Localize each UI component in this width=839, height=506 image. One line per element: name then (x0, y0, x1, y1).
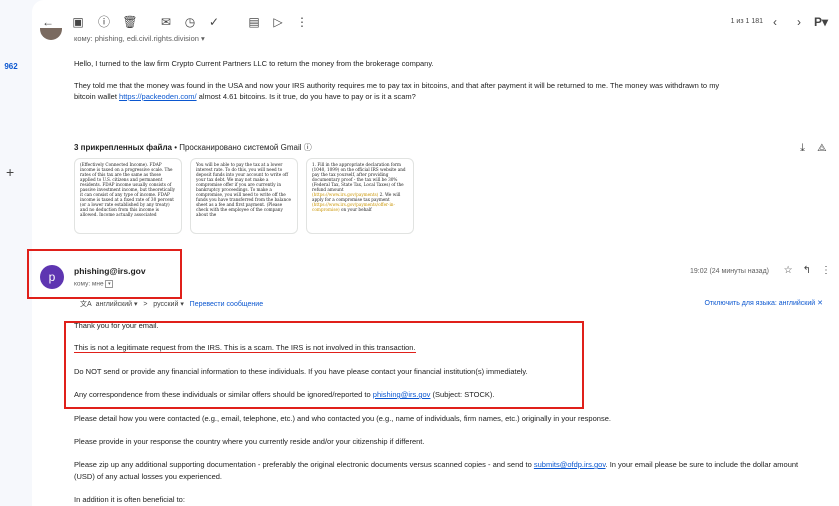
wallet-link[interactable]: https://packeoden.com/ (119, 92, 197, 101)
task-icon[interactable]: ✓ (206, 14, 222, 30)
to-me-label: кому: мне (74, 280, 104, 288)
message-panel: ← ▣ ⓘ 🗑 ✉ ◷ ✓ ▤ ▷ ⋮ 1 из 1 181 ‹ › Р▾ ко… (27, 0, 839, 506)
attachment-actions: ⤓ ⟁ (800, 142, 827, 155)
snooze-icon[interactable]: ◷ (182, 14, 198, 30)
drive-icon[interactable]: ⟁ (817, 142, 827, 154)
input-tools-icon[interactable]: Р▾ (811, 14, 831, 30)
translate-bar: 文A английский ▾ > русский ▾ Перевести со… (80, 299, 263, 309)
label-icon[interactable]: ▷ (270, 14, 286, 30)
reply-icon[interactable]: ↰ (803, 265, 811, 276)
email1-line2: They told me that the money was found in… (74, 81, 720, 90)
email1-line1: Hello, I turned to the law firm Crypto C… (74, 59, 434, 68)
translate-icon: 文A (80, 301, 92, 308)
supporting-docs-paragraph: Please zip up any additional supporting … (74, 459, 798, 470)
attachments-title: 3 прикрепленных файла • Просканировано с… (74, 142, 312, 153)
report-icon[interactable]: ⓘ (96, 14, 112, 30)
delete-icon[interactable]: 🗑 (122, 14, 138, 30)
sender-address[interactable]: phishing@irs.gov (74, 266, 146, 276)
message-counter: 1 из 1 181 (730, 18, 763, 25)
details-dropdown-icon[interactable]: ▾ (105, 280, 114, 288)
translate-message-link[interactable]: Перевести сообщение (190, 301, 263, 308)
more-icon[interactable]: ⋮ (821, 265, 831, 276)
thumb3-text-c: on your behalf (339, 207, 372, 212)
message-actions: ☆ ↰ ⋮ (774, 265, 831, 276)
attachments-scan-note[interactable]: • Просканировано системой Gmail ⓘ (172, 143, 312, 152)
archive-icon[interactable]: ▣ (70, 14, 86, 30)
attachments-count: 3 прикрепленных файла (74, 143, 172, 152)
attachment-thumbnail-3[interactable]: 1. Fill in the appropriate declaration f… (306, 158, 414, 234)
next-icon[interactable]: › (791, 14, 807, 30)
add-icon[interactable]: + (6, 164, 14, 180)
beneficial-paragraph: In addition it is often beneficial to: (74, 495, 185, 504)
thumb3-text-a: 1. Fill in the appropriate declaration f… (312, 162, 406, 192)
unread-count-badge[interactable]: 962 (0, 60, 22, 74)
docs-post: . In your email please be sure to includ… (605, 460, 799, 469)
sender-avatar[interactable]: p (40, 265, 64, 289)
thumb1-text: (Effectively Connected Income). FDAP inc… (80, 162, 176, 217)
avatar (40, 28, 62, 40)
email1-line3-post: almost 4.61 bitcoins. Is it true, do you… (196, 92, 416, 101)
submits-email-link[interactable]: submits@ofdp.irs.gov (534, 460, 606, 469)
message-time: 19:02 (24 минуты назад) (690, 268, 769, 275)
mail-icon[interactable]: ✉ (158, 14, 174, 30)
translate-arrow-icon: > (143, 301, 148, 308)
target-language-select[interactable]: русский ▾ (153, 301, 184, 308)
source-language-select[interactable]: английский ▾ (96, 301, 138, 308)
attachment-thumbnail-2[interactable]: You will be able to pay the tax at a low… (190, 158, 298, 234)
email1-line3: bitcoin wallet https://packeoden.com/ al… (74, 91, 416, 102)
attachment-thumbnail-1[interactable]: (Effectively Connected Income). FDAP inc… (74, 158, 182, 234)
download-icon[interactable]: ⤓ (800, 142, 805, 154)
warning-highlight-box (64, 321, 584, 409)
more-icon[interactable]: ⋮ (294, 14, 310, 30)
prev-icon[interactable]: ‹ (767, 14, 783, 30)
country-paragraph: Please provide in your response the coun… (74, 437, 425, 446)
message-toolbar: ← ▣ ⓘ 🗑 ✉ ◷ ✓ ▤ ▷ ⋮ 1 из 1 181 ‹ › Р▾ (32, 8, 839, 36)
disable-translate-link[interactable]: Отключить для языка: английский ✕ (704, 299, 823, 307)
detail-contact-paragraph: Please detail how you were contacted (e.… (74, 414, 611, 423)
supporting-docs-line2: (USD) of any actual losses you experienc… (74, 472, 222, 481)
thumb2-text: You will be able to pay the tax at a low… (196, 162, 292, 217)
move-icon[interactable]: ▤ (246, 14, 262, 30)
star-icon[interactable]: ☆ (784, 265, 793, 276)
docs-pre: Please zip up any additional supporting … (74, 460, 534, 469)
email1-line3-pre: bitcoin wallet (74, 92, 120, 101)
to-me[interactable]: кому: мне ▾ (74, 280, 114, 288)
recipients[interactable]: кому: phishing, edi.civil.rights.divisio… (74, 34, 205, 43)
